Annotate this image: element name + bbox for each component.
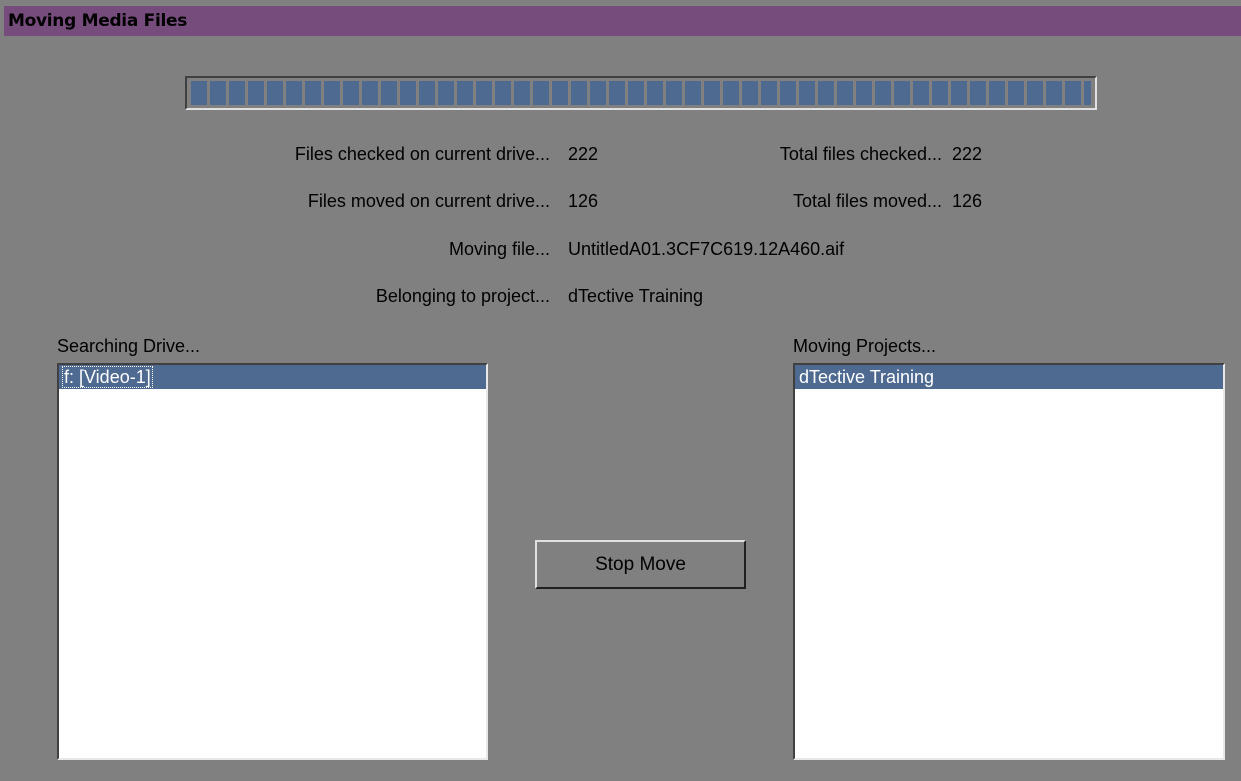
- searching-drive-label: Searching Drive...: [57, 336, 201, 356]
- list-item[interactable]: f: [Video-1]: [59, 365, 486, 389]
- progress-bar: [185, 76, 1097, 110]
- files-moved-value: 126: [568, 191, 599, 211]
- moving-file-value: UntitledA01.3CF7C619.12A460.aif: [568, 239, 845, 259]
- total-checked-label: Total files checked...: [779, 144, 942, 164]
- window-title: Moving Media Files: [8, 11, 188, 31]
- files-checked-value: 222: [568, 144, 599, 164]
- files-moved-label: Files moved on current drive...: [307, 191, 550, 211]
- drive-listbox[interactable]: f: [Video-1]: [57, 363, 488, 760]
- projects-listbox[interactable]: dTective Training: [793, 363, 1225, 760]
- moving-projects-label: Moving Projects...: [793, 336, 937, 356]
- total-checked-value: 222: [952, 144, 983, 164]
- total-moved-value: 126: [952, 191, 983, 211]
- total-moved-label: Total files moved...: [792, 191, 942, 211]
- project-value: dTective Training: [568, 286, 704, 306]
- window-title-bar: Moving Media Files: [4, 6, 1241, 36]
- drive-item-label: f: [Video-1]: [62, 366, 153, 388]
- list-item[interactable]: dTective Training: [795, 365, 1223, 389]
- progress-fill: [191, 81, 1091, 105]
- moving-file-label: Moving file...: [448, 239, 550, 259]
- stop-move-button[interactable]: Stop Move: [535, 540, 746, 589]
- project-item-label: dTective Training: [799, 367, 935, 387]
- files-checked-label: Files checked on current drive...: [294, 144, 550, 164]
- project-label: Belonging to project...: [375, 286, 550, 306]
